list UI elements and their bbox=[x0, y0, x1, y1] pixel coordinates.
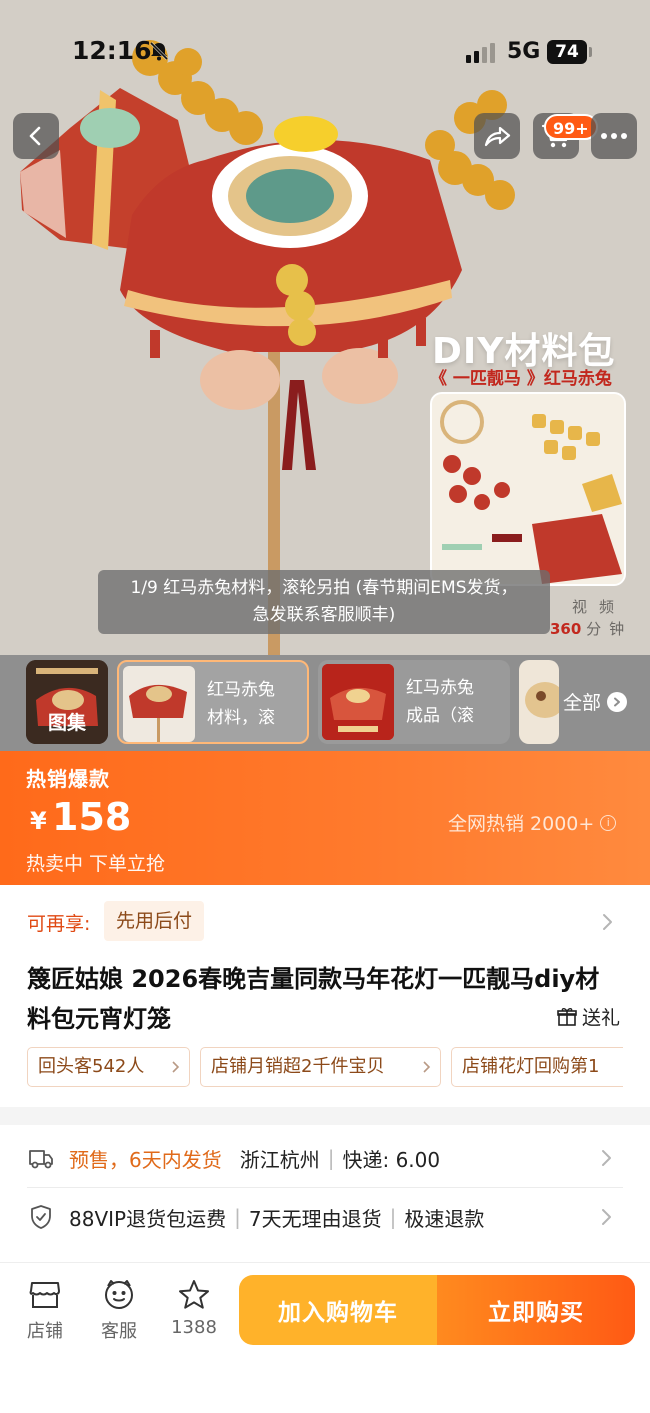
guarantee-row[interactable]: 88VIP退货包运费 | 7天无理由退货 | 极速退款 bbox=[27, 1188, 623, 1246]
chip-monthly-sales[interactable]: 店铺月销超2千件宝贝 bbox=[200, 1047, 441, 1087]
separator: | bbox=[327, 1146, 335, 1170]
customer-service-button[interactable]: 客服 bbox=[89, 1277, 149, 1343]
add-to-cart-button[interactable]: 加入购物车 bbox=[239, 1275, 437, 1345]
album-label: 图集 bbox=[48, 712, 87, 734]
chevron-right-icon bbox=[172, 1061, 180, 1073]
partial-thumbnail-image bbox=[525, 682, 559, 718]
thumb-partial[interactable] bbox=[519, 660, 559, 744]
shipping-fee-text: 快递: 6.00 bbox=[342, 1147, 441, 1172]
customer-service-face-icon bbox=[105, 1280, 133, 1309]
price-banner: 热销爆款 ¥ 158 热卖中 下单立抢 全网热销 2000+ i bbox=[0, 751, 650, 885]
shipping-row[interactable]: 预售，6天内发货 浙江杭州 | 快递: 6.00 bbox=[27, 1129, 623, 1187]
presale-text: 预售，6天内发货 bbox=[69, 1147, 222, 1172]
guarantee-fast-refund: 极速退款 bbox=[404, 1206, 485, 1231]
service-info: 预售，6天内发货 浙江杭州 | 快递: 6.00 88VIP退货包运费 | 7天… bbox=[0, 1125, 650, 1255]
back-button[interactable] bbox=[13, 113, 59, 159]
product-image-carousel[interactable]: 12:16 5G 74 99+ DIY材料包 《 一匹靓马 》红马赤兔 视频 3… bbox=[0, 0, 650, 655]
sales-volume[interactable]: 全网热销 2000+ i bbox=[448, 809, 617, 836]
hot-sale-badge: 热销爆款 bbox=[26, 767, 110, 791]
thumb-material-kit[interactable]: 红马赤兔 材料，滚 bbox=[117, 660, 309, 744]
share-arrow-icon bbox=[484, 126, 511, 147]
cellular-signal-icon bbox=[466, 43, 495, 63]
gallery-thumbnail-strip[interactable]: 图集 红马赤兔 材料，滚 红马赤兔 成品（滚 全部 bbox=[0, 655, 650, 751]
more-dots-icon bbox=[601, 133, 627, 139]
customer-service-label: 客服 bbox=[101, 1321, 137, 1342]
info-icon: i bbox=[600, 814, 617, 831]
thumb-label: 红马赤兔 成品（滚 bbox=[406, 678, 474, 726]
image-caption: 1/9 红马赤兔材料，滚轮另拍 (春节期间EMS发货， 急发联系客服顺丰) bbox=[98, 570, 550, 634]
chevron-right-icon bbox=[602, 1209, 611, 1225]
thumb-finished-product[interactable]: 红马赤兔 成品（滚 bbox=[318, 660, 510, 744]
gift-icon bbox=[557, 1007, 577, 1026]
video-duration-number: 360 bbox=[550, 620, 582, 638]
chip-repeat-customers[interactable]: 回头客542人 bbox=[27, 1047, 190, 1087]
guarantee-7-day-return: 7天无理由退货 bbox=[248, 1206, 382, 1231]
material-kit-photo bbox=[430, 392, 626, 586]
network-type: 5G bbox=[507, 39, 541, 64]
chevron-right-icon bbox=[602, 1150, 611, 1166]
bottom-action-bar: 店铺 客服 1388 加入购物车 立即购买 bbox=[0, 1262, 650, 1413]
shield-check-icon bbox=[31, 1205, 51, 1229]
delivery-truck-icon bbox=[29, 1150, 53, 1169]
view-all-label: 全部 bbox=[563, 692, 602, 714]
store-label: 店铺 bbox=[27, 1321, 63, 1342]
separator: | bbox=[389, 1205, 397, 1229]
favorite-button[interactable]: 1388 bbox=[164, 1277, 224, 1338]
status-time: 12:16 bbox=[72, 36, 152, 65]
video-label: 视频 bbox=[572, 598, 627, 616]
chip-repurchase-rank[interactable]: 店铺花灯回购第1 bbox=[451, 1047, 623, 1087]
product-title: 篾匠姑娘 2026春晚吉量同款马年花灯一匹靓马diy材料包元宵灯笼 bbox=[27, 965, 600, 1033]
caption-line-1: 1/9 红马赤兔材料，滚轮另拍 (春节期间EMS发货， bbox=[130, 578, 518, 598]
chevron-right-icon[interactable] bbox=[602, 913, 614, 931]
caption-line-2: 急发联系客服顺丰) bbox=[252, 605, 396, 625]
guarantee-return-shipping: 88VIP退货包运费 bbox=[69, 1206, 227, 1231]
favorite-count: 1388 bbox=[171, 1317, 217, 1338]
silent-bell-icon bbox=[148, 40, 170, 66]
thumb-label: 红马赤兔 材料，滚 bbox=[207, 680, 275, 728]
battery-tip bbox=[589, 47, 592, 57]
view-all-button[interactable]: 全部 bbox=[563, 688, 628, 715]
buy-now-button[interactable]: 立即购买 bbox=[437, 1275, 635, 1345]
credit-label: 可再享: bbox=[27, 913, 91, 935]
section-divider bbox=[0, 1107, 650, 1125]
battery-level: 74 bbox=[547, 40, 587, 64]
sales-volume-text: 全网热销 2000+ bbox=[448, 813, 595, 835]
price-currency: ¥ bbox=[30, 807, 47, 835]
store-button[interactable]: 店铺 bbox=[15, 1277, 75, 1343]
chevron-right-icon bbox=[423, 1061, 431, 1073]
price-amount: 158 bbox=[52, 795, 132, 839]
pay-later-tag[interactable]: 先用后付 bbox=[104, 901, 205, 941]
separator: | bbox=[234, 1205, 241, 1229]
thumb-album[interactable]: 图集 bbox=[26, 660, 108, 744]
thumb-image bbox=[123, 666, 195, 742]
store-icon bbox=[29, 1282, 60, 1308]
more-button[interactable] bbox=[591, 113, 637, 159]
chevron-right-icon bbox=[607, 691, 628, 712]
share-button[interactable] bbox=[474, 113, 520, 159]
sale-status: 热卖中 下单立抢 bbox=[26, 853, 166, 875]
send-gift-button[interactable]: 送礼 bbox=[556, 1003, 620, 1030]
origin-text: 浙江杭州 bbox=[239, 1147, 320, 1172]
cart-count-badge: 99+ bbox=[544, 114, 598, 140]
star-icon bbox=[179, 1280, 209, 1309]
video-duration-unit: 分钟 bbox=[586, 620, 633, 638]
chevron-left-icon bbox=[29, 126, 41, 146]
send-gift-label: 送礼 bbox=[582, 1007, 621, 1029]
thumb-image bbox=[322, 664, 394, 740]
product-details: 可再享: 先用后付 篾匠姑娘 2026春晚吉量同款马年花灯一匹靓马diy材料包元… bbox=[0, 885, 650, 1107]
promo-subtitle: 《 一匹靓马 》红马赤兔 bbox=[430, 369, 612, 389]
status-bar: 12:16 5G 74 bbox=[0, 0, 650, 100]
